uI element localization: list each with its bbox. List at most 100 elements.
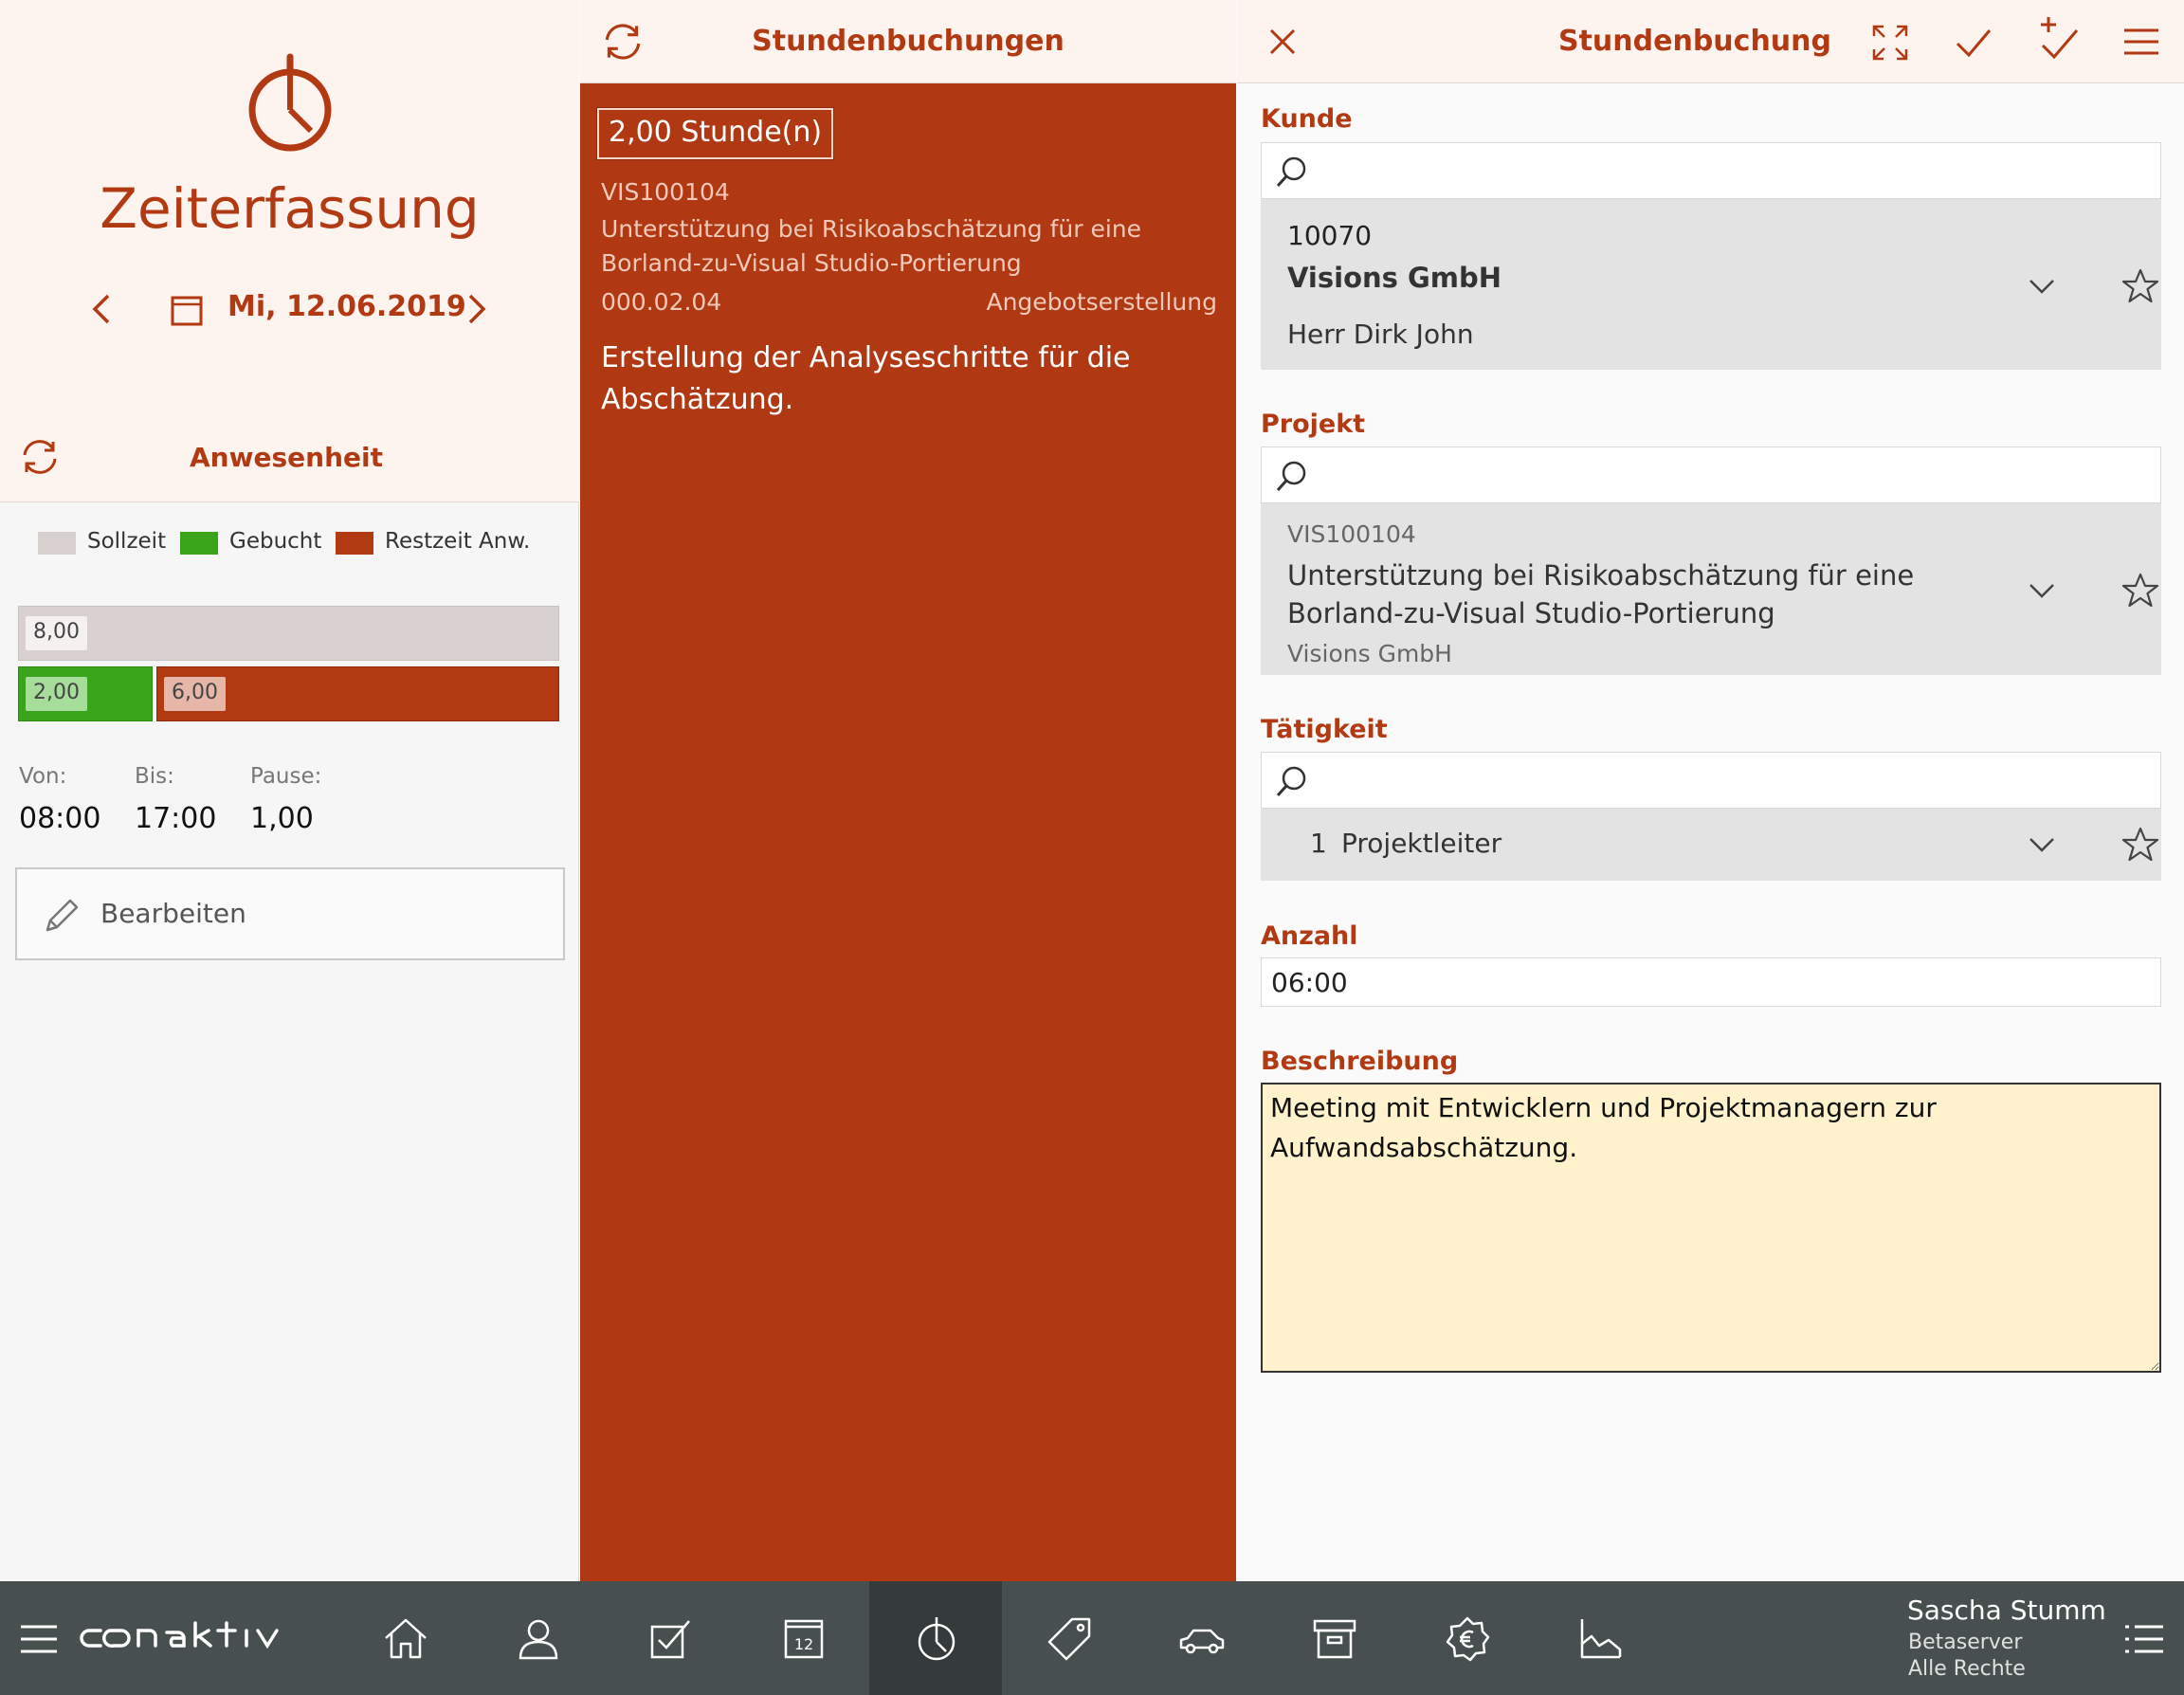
project-code: VIS100104: [1287, 520, 1416, 548]
target-time-bar: 8,00: [18, 606, 559, 661]
description-label: Beschreibung: [1261, 1047, 1459, 1076]
break-label: Pause:: [250, 764, 322, 789]
bottom-navigation-bar: 12 Sascha Stumm Betaserver Alle Rechte: [0, 1581, 2184, 1695]
entry-project-code: VIS100104: [601, 178, 730, 206]
car-icon: [1179, 1629, 1225, 1654]
nav-reports[interactable]: [1533, 1581, 1665, 1695]
project-description: Unterstützung bei Risikoabschätzung für …: [1287, 559, 1915, 629]
chevron-down-icon[interactable]: [2027, 277, 2057, 296]
list-menu-icon[interactable]: [2123, 1623, 2165, 1655]
customer-select[interactable]: 10070 Visions GmbH Herr Dirk John: [1261, 199, 2161, 370]
search-icon: [1275, 764, 1309, 798]
nav-vehicles[interactable]: [1135, 1581, 1267, 1695]
user-rights: Alle Rechte: [1908, 1657, 2026, 1681]
hamburger-menu-icon[interactable]: [19, 1623, 59, 1655]
previous-day-button[interactable]: [87, 288, 116, 330]
project-search-input[interactable]: [1261, 447, 2161, 503]
favorite-star-icon[interactable]: [2121, 267, 2159, 305]
nav-offers[interactable]: [1002, 1581, 1135, 1695]
booked-time-bar: 2,00: [18, 666, 153, 721]
calendar-picker-icon[interactable]: [171, 294, 203, 326]
user-server: Betaserver: [1908, 1631, 2023, 1654]
calendar-day-text: 12: [794, 1635, 813, 1653]
tag-icon: [1047, 1617, 1091, 1661]
archive-icon: [1313, 1619, 1356, 1659]
activity-select[interactable]: 1 Projektleiter: [1261, 809, 2161, 881]
to-label: Bis:: [135, 764, 174, 789]
nav-archive[interactable]: [1267, 1581, 1400, 1695]
bookings-header: Stundenbuchungen: [580, 0, 1236, 83]
time-break: Pause: 1,00: [250, 764, 321, 835]
edit-label: Bearbeiten: [100, 898, 246, 929]
chart-icon: [1580, 1619, 1622, 1659]
customer-label: Kunde: [1261, 104, 1353, 134]
save-and-new-icon[interactable]: [2039, 15, 2081, 63]
next-day-button[interactable]: [463, 288, 491, 330]
chevron-down-icon[interactable]: [2027, 581, 2057, 600]
search-icon: [1275, 459, 1309, 493]
booked-time-value: 2,00: [26, 677, 87, 711]
legend-swatch: [38, 532, 76, 555]
entry-project-description: Unterstützung bei Risikoabschätzung für …: [601, 215, 1141, 277]
amount-input[interactable]: [1261, 957, 2161, 1007]
project-customer: Visions GmbH: [1287, 640, 1452, 667]
target-time-value: 8,00: [26, 616, 87, 650]
close-icon[interactable]: [1265, 25, 1300, 59]
nav-tasks[interactable]: [604, 1581, 737, 1695]
date-navigator: Mi, 12.06.2019: [0, 284, 579, 334]
hamburger-menu-icon[interactable]: [2122, 25, 2160, 59]
customer-number: 10070: [1287, 220, 1373, 251]
expand-icon[interactable]: [1870, 23, 1910, 63]
tasks-icon: [650, 1620, 690, 1659]
legend-label: Gebucht: [229, 529, 322, 554]
break-value: 1,00: [250, 802, 314, 835]
nav-home[interactable]: [338, 1581, 471, 1695]
legend-swatch: [180, 532, 218, 555]
nav-contacts[interactable]: [471, 1581, 604, 1695]
app-title: Zeiterfassung: [100, 176, 480, 241]
time-from: Von: 08:00: [19, 764, 100, 835]
customer-search-input[interactable]: [1261, 142, 2161, 199]
activity-name: Projektleiter: [1341, 828, 1502, 859]
contacts-icon: [519, 1619, 558, 1660]
hours-badge: 2,00 Stunde(n): [595, 107, 835, 160]
activity-search-input[interactable]: [1261, 752, 2161, 809]
home-icon: [385, 1618, 427, 1659]
hour-booking-form: Stundenbuchung Kunde 10070 Visions GmbH …: [1237, 0, 2184, 1581]
entry-phase-name: Angebotserstellung: [986, 288, 1217, 316]
calendar-icon: 12: [784, 1619, 824, 1659]
form-header: Stundenbuchung: [1237, 0, 2184, 83]
from-label: Von:: [19, 764, 67, 789]
user-name[interactable]: Sascha Stumm: [1907, 1595, 2106, 1626]
activity-label: Tätigkeit: [1261, 715, 1388, 744]
nav-time-tracking[interactable]: [869, 1581, 1002, 1695]
time-to: Bis: 17:00: [135, 764, 216, 835]
activity-number: 1: [1310, 828, 1327, 859]
favorite-star-icon[interactable]: [2121, 572, 2159, 610]
project-label: Projekt: [1261, 410, 1366, 439]
save-check-icon[interactable]: [1954, 23, 1993, 63]
nav-calendar[interactable]: 12: [737, 1581, 869, 1695]
favorite-star-icon[interactable]: [2121, 826, 2159, 864]
from-value: 08:00: [19, 802, 101, 835]
remaining-time-bar: 6,00: [156, 666, 559, 721]
time-tracking-icon: [918, 1617, 956, 1661]
current-date[interactable]: Mi, 12.06.2019: [228, 290, 466, 323]
form-title: Stundenbuchung: [1557, 25, 1831, 58]
entry-description: Erstellung der Analyseschritte für die A…: [601, 341, 1131, 416]
chevron-down-icon[interactable]: [2027, 835, 2057, 854]
entry-phase-code: 000.02.04: [601, 288, 722, 316]
attendance-header: Anwesenheit: [0, 408, 579, 502]
amount-label: Anzahl: [1261, 921, 1358, 951]
edit-attendance-button[interactable]: Bearbeiten: [15, 867, 565, 960]
bookings-title: Stundenbuchungen: [752, 25, 1065, 58]
description-textarea[interactable]: Meeting mit Entwicklern und Projektmanag…: [1261, 1083, 2161, 1373]
legend-label: Restzeit Anw.: [385, 529, 531, 554]
project-select[interactable]: VIS100104 Unterstützung bei Risikoabschä…: [1261, 503, 2161, 675]
attendance-title: Anwesenheit: [190, 442, 383, 473]
legend-swatch: [336, 532, 373, 555]
nav-finance[interactable]: [1400, 1581, 1533, 1695]
booked-time-bar-row: 2,00 6,00: [18, 666, 559, 721]
conaktiv-logo[interactable]: [80, 1619, 298, 1657]
remaining-time-value: 6,00: [164, 677, 226, 711]
